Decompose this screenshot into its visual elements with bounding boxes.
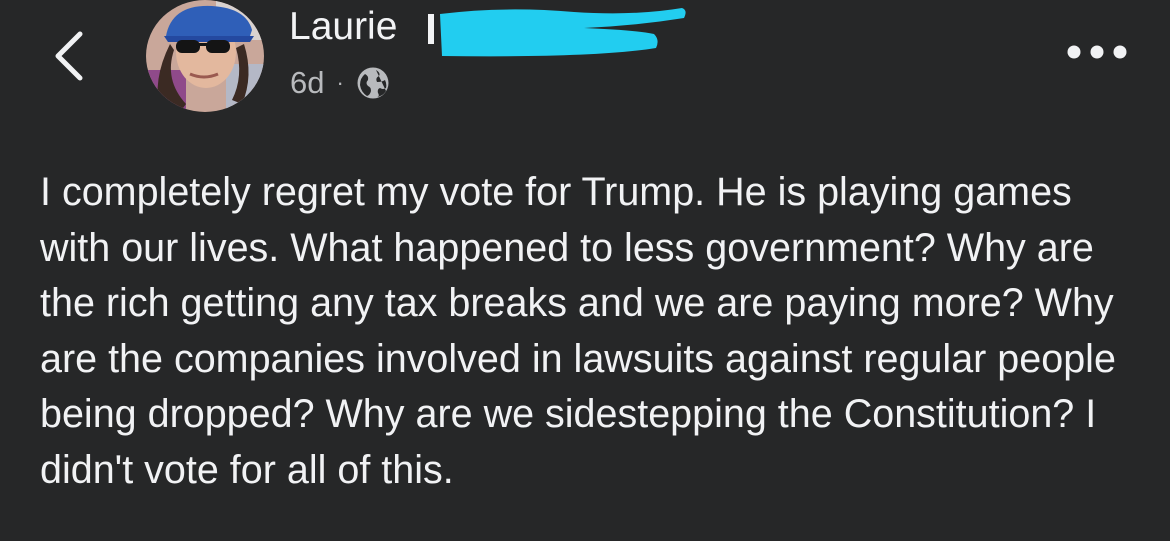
avatar[interactable]	[146, 0, 264, 112]
post-meta: 6d ·	[290, 62, 390, 104]
meta-separator: ·	[336, 70, 344, 95]
author-name[interactable]: Laurie	[289, 2, 397, 52]
back-button[interactable]	[46, 26, 102, 82]
more-options-button[interactable]	[1060, 34, 1134, 70]
redaction-scribble	[440, 8, 686, 57]
post-timestamp[interactable]: 6d	[290, 65, 324, 101]
chevron-left-icon	[55, 31, 83, 81]
globe-icon[interactable]	[356, 66, 390, 100]
post-text: I completely regret my vote for Trump. H…	[40, 170, 1116, 492]
more-horizontal-icon	[1067, 45, 1127, 59]
avatar-image	[146, 0, 264, 112]
